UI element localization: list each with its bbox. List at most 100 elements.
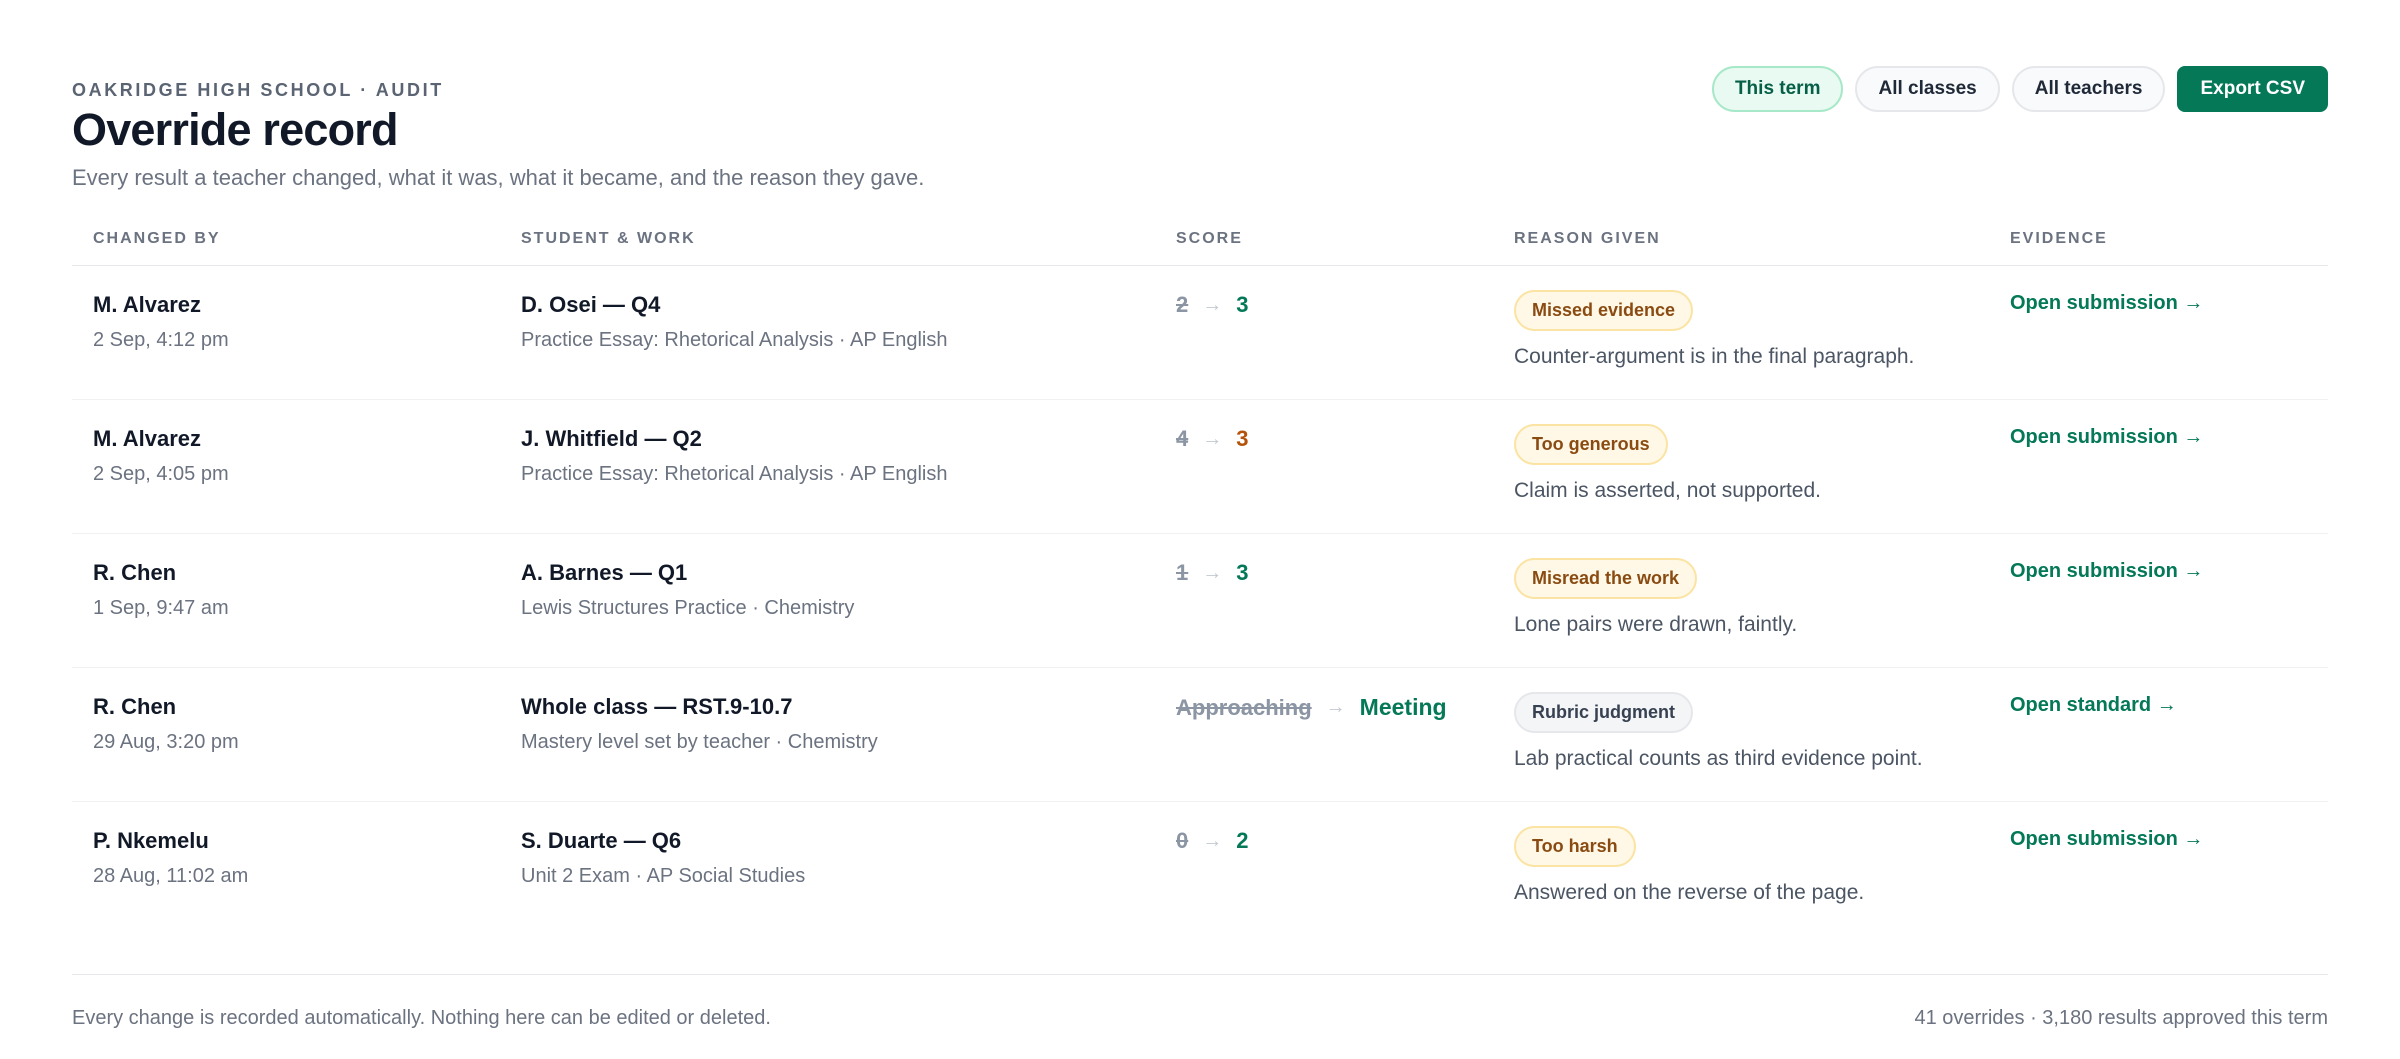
student-question: A. Barnes — Q1	[521, 560, 688, 585]
page-title: Override record	[72, 104, 398, 155]
new-score: 3	[1236, 426, 1249, 451]
override-table: CHANGED BY STUDENT & WORK SCORE REASON G…	[72, 220, 2328, 936]
new-score: 3	[1236, 292, 1249, 317]
filter-this-term[interactable]: This term	[1711, 66, 1844, 112]
column-header-reason: REASON GIVEN	[1514, 230, 1661, 247]
new-score: 3	[1236, 560, 1249, 585]
work-title: Practice Essay: Rhetorical Analysis · AP…	[521, 329, 948, 351]
old-mastery-level: Approaching	[1176, 694, 1312, 720]
table-header: CHANGED BY STUDENT & WORK SCORE REASON G…	[72, 220, 2328, 266]
change-timestamp: 1 Sep, 9:47 am	[93, 597, 229, 619]
reason-badge: Missed evidence	[1514, 290, 1694, 331]
column-header-changed-by: CHANGED BY	[93, 230, 221, 247]
arrow-right-icon: →	[1325, 696, 1346, 718]
work-title: Practice Essay: Rhetorical Analysis · AP…	[521, 463, 948, 485]
override-record-page: OAKRIDGE HIGH SCHOOL · AUDIT Override re…	[0, 0, 2400, 1059]
student-work-cell: A. Barnes — Q1 Lewis Structures Practice…	[521, 560, 854, 620]
open-submission-link[interactable]: Open submission →	[2010, 560, 2203, 582]
open-submission-link[interactable]: Open submission →	[2010, 426, 2203, 448]
page-header: OAKRIDGE HIGH SCHOOL · AUDIT Override re…	[72, 0, 2328, 220]
score-cell: 2 → 3	[1176, 292, 1249, 318]
reason-cell: Too generous Claim is asserted, not supp…	[1514, 424, 1821, 503]
work-title: Unit 2 Exam · AP Social Studies	[521, 865, 806, 887]
changed-by-cell: P. Nkemelu 28 Aug, 11:02 am	[93, 828, 248, 888]
student-question: J. Whitfield — Q2	[521, 426, 702, 451]
arrow-right-icon: →	[1202, 829, 1223, 852]
reason-text: Claim is asserted, not supported.	[1514, 479, 1821, 502]
score-cell: 4 → 3	[1176, 426, 1249, 452]
changed-by-cell: M. Alvarez 2 Sep, 4:05 pm	[93, 426, 229, 486]
student-question: D. Osei — Q4	[521, 292, 661, 317]
evidence-cell: Open submission →	[2010, 292, 2203, 315]
column-header-student-work: STUDENT & WORK	[521, 230, 696, 247]
reason-text: Counter-argument is in the final paragra…	[1514, 345, 1915, 368]
old-score: 4	[1176, 426, 1189, 451]
changed-by-cell: R. Chen 1 Sep, 9:47 am	[93, 560, 229, 620]
old-score: 2	[1176, 292, 1189, 317]
reason-badge: Rubric judgment	[1514, 692, 1693, 733]
change-timestamp: 2 Sep, 4:05 pm	[93, 463, 229, 485]
teacher-name: P. Nkemelu	[93, 828, 209, 853]
student-work-cell: S. Duarte — Q6 Unit 2 Exam · AP Social S…	[521, 828, 805, 888]
table-row: M. Alvarez 2 Sep, 4:05 pm J. Whitfield —…	[72, 400, 2328, 534]
reason-badge: Too generous	[1514, 424, 1668, 465]
changed-by-cell: M. Alvarez 2 Sep, 4:12 pm	[93, 292, 229, 352]
reason-text: Lone pairs were drawn, faintly.	[1514, 613, 1798, 636]
student-work-cell: J. Whitfield — Q2 Practice Essay: Rhetor…	[521, 426, 947, 486]
change-timestamp: 2 Sep, 4:12 pm	[93, 329, 229, 351]
open-submission-link[interactable]: Open submission →	[2010, 292, 2203, 314]
table-row: P. Nkemelu 28 Aug, 11:02 am S. Duarte — …	[72, 802, 2328, 936]
reason-cell: Rubric judgment Lab practical counts as …	[1514, 692, 1923, 771]
student-question: S. Duarte — Q6	[521, 828, 682, 853]
new-mastery-level: Meeting	[1359, 694, 1447, 720]
reason-badge: Misread the work	[1514, 558, 1698, 599]
old-score: 1	[1176, 560, 1189, 585]
reason-cell: Too harsh Answered on the reverse of the…	[1514, 826, 1865, 905]
evidence-cell: Open submission →	[2010, 426, 2203, 449]
footer-note: Every change is recorded automatically. …	[72, 1007, 771, 1029]
score-cell: 0 → 2	[1176, 828, 1249, 854]
student-work-cell: Whole class — RST.9-10.7 Mastery level s…	[521, 694, 878, 754]
filter-all-teachers[interactable]: All teachers	[2011, 66, 2166, 112]
reason-cell: Missed evidence Counter-argument is in t…	[1514, 290, 1915, 369]
old-score: 0	[1176, 828, 1189, 853]
change-timestamp: 29 Aug, 3:20 pm	[93, 731, 239, 753]
open-standard-link[interactable]: Open standard →	[2010, 694, 2177, 716]
arrow-right-icon: →	[1202, 293, 1223, 316]
filter-all-classes[interactable]: All classes	[1855, 66, 2000, 112]
breadcrumb: OAKRIDGE HIGH SCHOOL · AUDIT	[72, 80, 444, 100]
page-footer: Every change is recorded automatically. …	[72, 974, 2328, 1029]
evidence-cell: Open submission →	[2010, 828, 2203, 851]
page-subtitle: Every result a teacher changed, what it …	[72, 165, 925, 190]
column-header-score: SCORE	[1176, 230, 1243, 247]
reason-cell: Misread the work Lone pairs were drawn, …	[1514, 558, 1798, 637]
teacher-name: M. Alvarez	[93, 292, 202, 317]
work-title: Lewis Structures Practice · Chemistry	[521, 597, 855, 619]
new-score: 2	[1236, 828, 1249, 853]
changed-by-cell: R. Chen 29 Aug, 3:20 pm	[93, 694, 239, 754]
evidence-cell: Open standard →	[2010, 694, 2177, 717]
table-row: R. Chen 1 Sep, 9:47 am A. Barnes — Q1 Le…	[72, 534, 2328, 668]
reason-text: Lab practical counts as third evidence p…	[1514, 747, 1923, 770]
table-row: M. Alvarez 2 Sep, 4:12 pm D. Osei — Q4 P…	[72, 266, 2328, 400]
reason-text: Answered on the reverse of the page.	[1514, 881, 1865, 904]
teacher-name: R. Chen	[93, 694, 177, 719]
student-work-cell: D. Osei — Q4 Practice Essay: Rhetorical …	[521, 292, 947, 352]
teacher-name: M. Alvarez	[93, 426, 202, 451]
score-cell: Approaching → Meeting	[1176, 694, 1447, 721]
reason-badge: Too harsh	[1514, 826, 1636, 867]
work-title: Mastery level set by teacher · Chemistry	[521, 731, 878, 753]
open-submission-link[interactable]: Open submission →	[2010, 828, 2203, 850]
evidence-cell: Open submission →	[2010, 560, 2203, 583]
footer-summary: 41 overrides · 3,180 results approved th…	[1914, 1007, 2328, 1029]
score-cell: 1 → 3	[1176, 560, 1249, 586]
export-csv-button[interactable]: Export CSV	[2177, 66, 2328, 112]
change-timestamp: 28 Aug, 11:02 am	[93, 865, 249, 887]
teacher-name: R. Chen	[93, 560, 177, 585]
student-question: Whole class — RST.9-10.7	[521, 694, 793, 719]
filter-bar: This term All classes All teachers Expor…	[1711, 66, 2328, 112]
table-row: R. Chen 29 Aug, 3:20 pm Whole class — RS…	[72, 668, 2328, 802]
arrow-right-icon: →	[1202, 561, 1223, 584]
column-header-evidence: EVIDENCE	[2010, 230, 2108, 247]
arrow-right-icon: →	[1202, 427, 1223, 450]
